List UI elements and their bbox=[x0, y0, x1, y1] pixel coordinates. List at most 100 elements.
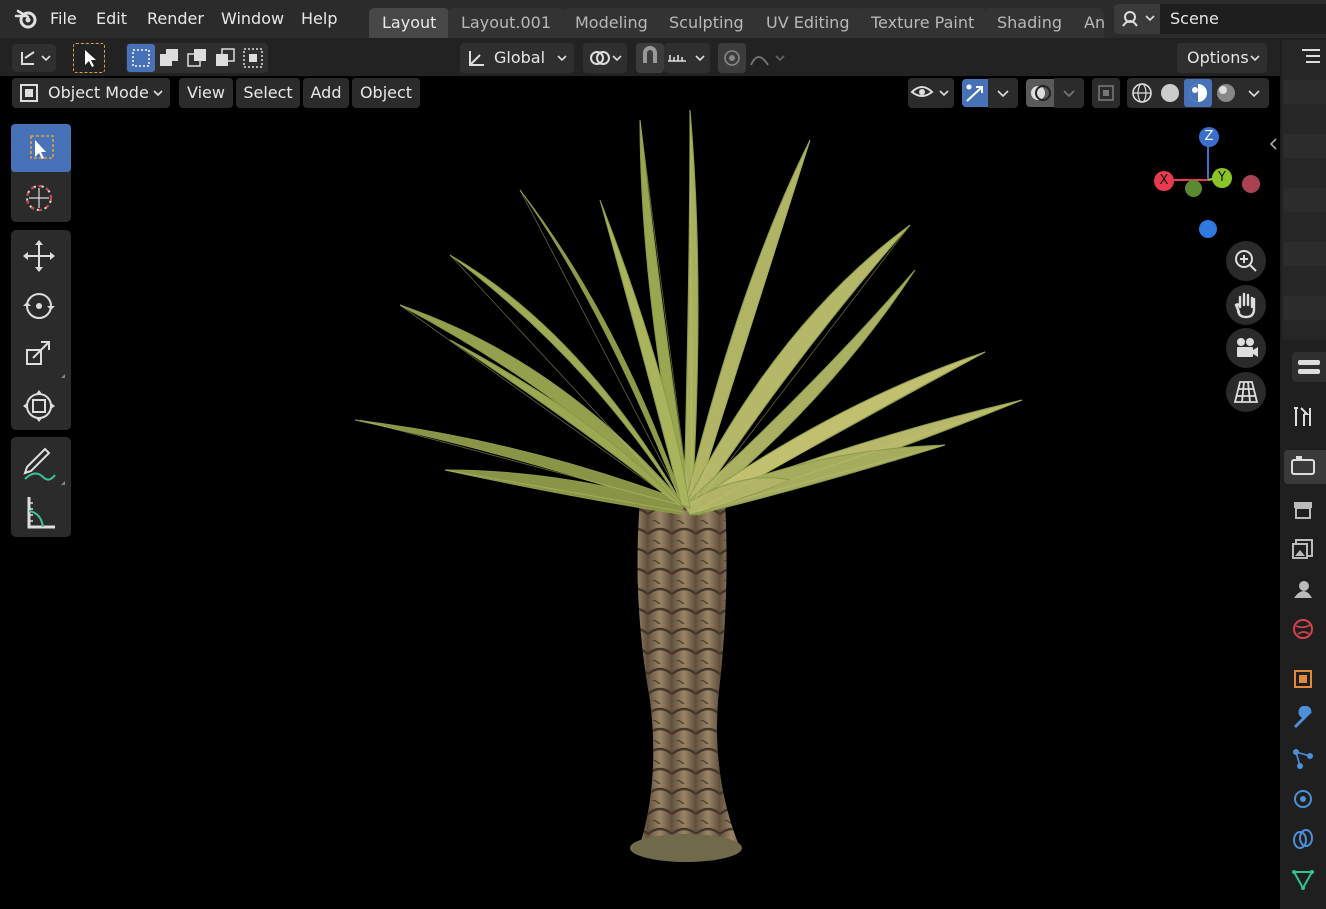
select-menu[interactable]: Select bbox=[236, 78, 300, 108]
magnet-icon bbox=[643, 46, 657, 63]
scene-icon bbox=[1122, 11, 1155, 27]
editor-type-button[interactable] bbox=[12, 44, 56, 72]
particles-icon[interactable] bbox=[1290, 746, 1316, 772]
tab-sculpting[interactable]: Sculpting bbox=[656, 8, 757, 38]
scene-name-field[interactable]: Scene bbox=[1160, 4, 1326, 34]
snap-increment-icon bbox=[668, 55, 705, 62]
view-layer-icon[interactable] bbox=[1290, 536, 1316, 562]
navigation-gizmo[interactable]: Z Y X bbox=[1148, 122, 1268, 242]
add-menu[interactable]: Add bbox=[303, 78, 349, 108]
tool-icon[interactable] bbox=[1290, 404, 1316, 430]
transform-icon[interactable] bbox=[11, 382, 71, 430]
overlays-dropdown[interactable] bbox=[1054, 78, 1084, 108]
pivot-point-dropdown[interactable] bbox=[583, 43, 627, 73]
menu-window[interactable]: Window bbox=[221, 0, 284, 38]
menu-edit[interactable]: Edit bbox=[96, 0, 127, 38]
blender-logo-icon[interactable] bbox=[14, 8, 38, 30]
outliner-row bbox=[1284, 242, 1326, 266]
menu-file[interactable]: File bbox=[50, 0, 77, 38]
hand-pan-icon[interactable] bbox=[1226, 285, 1266, 325]
select-box-icon[interactable] bbox=[11, 124, 71, 172]
proportional-editing-toggle[interactable] bbox=[718, 43, 746, 73]
select-mode-new-icon[interactable] bbox=[127, 44, 155, 72]
axis-y-dot[interactable]: Y bbox=[1212, 168, 1232, 188]
falloff-curve-icon bbox=[750, 55, 785, 66]
tab-shading[interactable]: Shading bbox=[984, 8, 1075, 38]
cursor-icon[interactable] bbox=[11, 174, 71, 222]
select-mode-intersect-icon[interactable] bbox=[239, 44, 267, 72]
axis-z-dot[interactable]: Z bbox=[1199, 127, 1219, 147]
xray-icon bbox=[1098, 85, 1114, 101]
tool-group-select bbox=[11, 124, 71, 222]
visibility-dropdown[interactable] bbox=[908, 78, 954, 108]
solid-shading-icon[interactable] bbox=[1156, 79, 1184, 107]
xray-toggle[interactable] bbox=[1092, 78, 1120, 108]
modifier-icon[interactable] bbox=[1290, 706, 1316, 732]
scale-icon[interactable] bbox=[11, 332, 71, 380]
render-icon[interactable] bbox=[1284, 450, 1326, 484]
object-mode-dropdown[interactable]: Object Mode bbox=[12, 78, 170, 108]
scene-icon[interactable] bbox=[1290, 576, 1316, 602]
world-icon[interactable] bbox=[1290, 616, 1316, 642]
wireframe-shading-icon[interactable] bbox=[1128, 79, 1156, 107]
shading-options-dropdown[interactable] bbox=[1240, 79, 1268, 107]
tab-texture-paint[interactable]: Texture Paint bbox=[858, 8, 988, 38]
outliner-type-icon[interactable] bbox=[1296, 44, 1326, 70]
properties-type-icon[interactable] bbox=[1292, 352, 1326, 382]
outliner-row bbox=[1284, 134, 1326, 158]
physics-icon[interactable] bbox=[1290, 786, 1316, 812]
move-icon[interactable] bbox=[11, 232, 71, 280]
overlays-toggle[interactable] bbox=[1026, 79, 1054, 107]
annotate-icon[interactable] bbox=[11, 439, 71, 487]
axis-neg-y-dot[interactable] bbox=[1185, 180, 1202, 197]
constraints-icon[interactable] bbox=[1290, 826, 1316, 852]
tab-layout-001[interactable]: Layout.001 bbox=[448, 8, 565, 38]
gizmo-dropdown[interactable] bbox=[988, 78, 1018, 108]
active-tool-select-icon[interactable] bbox=[73, 43, 105, 73]
tool-group-annotate bbox=[11, 437, 71, 537]
axis-x-dot[interactable]: X bbox=[1154, 171, 1174, 191]
gizmo-toggle[interactable] bbox=[962, 79, 988, 107]
orientation-icon bbox=[469, 51, 484, 66]
tab-uv-editing[interactable]: UV Editing bbox=[753, 8, 863, 38]
object-menu[interactable]: Object bbox=[352, 78, 420, 108]
menu-help[interactable]: Help bbox=[301, 0, 337, 38]
view-menu[interactable]: View bbox=[179, 78, 233, 108]
tab-layout[interactable]: Layout bbox=[369, 8, 450, 38]
material-shading-icon[interactable] bbox=[1184, 79, 1212, 107]
rotate-icon[interactable] bbox=[11, 282, 71, 330]
transform-orientation-dropdown[interactable]: Global bbox=[460, 43, 574, 73]
object-mode-icon bbox=[20, 84, 38, 102]
snap-toggle[interactable] bbox=[636, 43, 664, 73]
tab-modeling[interactable]: Modeling bbox=[562, 8, 661, 38]
orientation-label: Global bbox=[494, 48, 546, 67]
chevron-down-icon bbox=[153, 90, 163, 97]
output-icon[interactable] bbox=[1290, 496, 1316, 522]
select-mode-invert-icon[interactable] bbox=[211, 44, 239, 72]
data-icon[interactable] bbox=[1290, 866, 1316, 892]
mode-label: Object Mode bbox=[48, 83, 149, 102]
select-mode-extend-icon[interactable] bbox=[155, 44, 183, 72]
outliner-row bbox=[1284, 296, 1326, 320]
options-dropdown[interactable]: Options bbox=[1177, 43, 1267, 73]
menu-render[interactable]: Render bbox=[147, 0, 204, 38]
overlays-icon bbox=[1031, 85, 1051, 101]
palm-tree-model bbox=[354, 110, 1023, 862]
camera-icon[interactable] bbox=[1226, 328, 1266, 368]
rendered-shading-icon[interactable] bbox=[1212, 79, 1240, 107]
snap-target-dropdown[interactable] bbox=[664, 43, 710, 73]
scene-name: Scene bbox=[1170, 9, 1219, 28]
object-icon[interactable] bbox=[1290, 666, 1316, 692]
tab-animation[interactable]: An bbox=[1071, 8, 1104, 38]
scene-selector-button[interactable] bbox=[1114, 4, 1160, 34]
select-mode-subtract-icon[interactable] bbox=[183, 44, 211, 72]
measure-icon[interactable] bbox=[11, 489, 71, 537]
sidebar-toggle-arrow-icon[interactable] bbox=[1266, 136, 1280, 152]
zoom-icon[interactable] bbox=[1226, 241, 1266, 281]
axis-neg-x-dot[interactable] bbox=[1242, 175, 1260, 193]
falloff-dropdown[interactable] bbox=[746, 43, 790, 73]
viewport-3d[interactable] bbox=[80, 110, 1220, 900]
chevron-down-icon bbox=[1063, 90, 1075, 98]
grid-ortho-icon[interactable] bbox=[1226, 372, 1266, 412]
axis-neg-z-dot[interactable] bbox=[1199, 220, 1217, 238]
